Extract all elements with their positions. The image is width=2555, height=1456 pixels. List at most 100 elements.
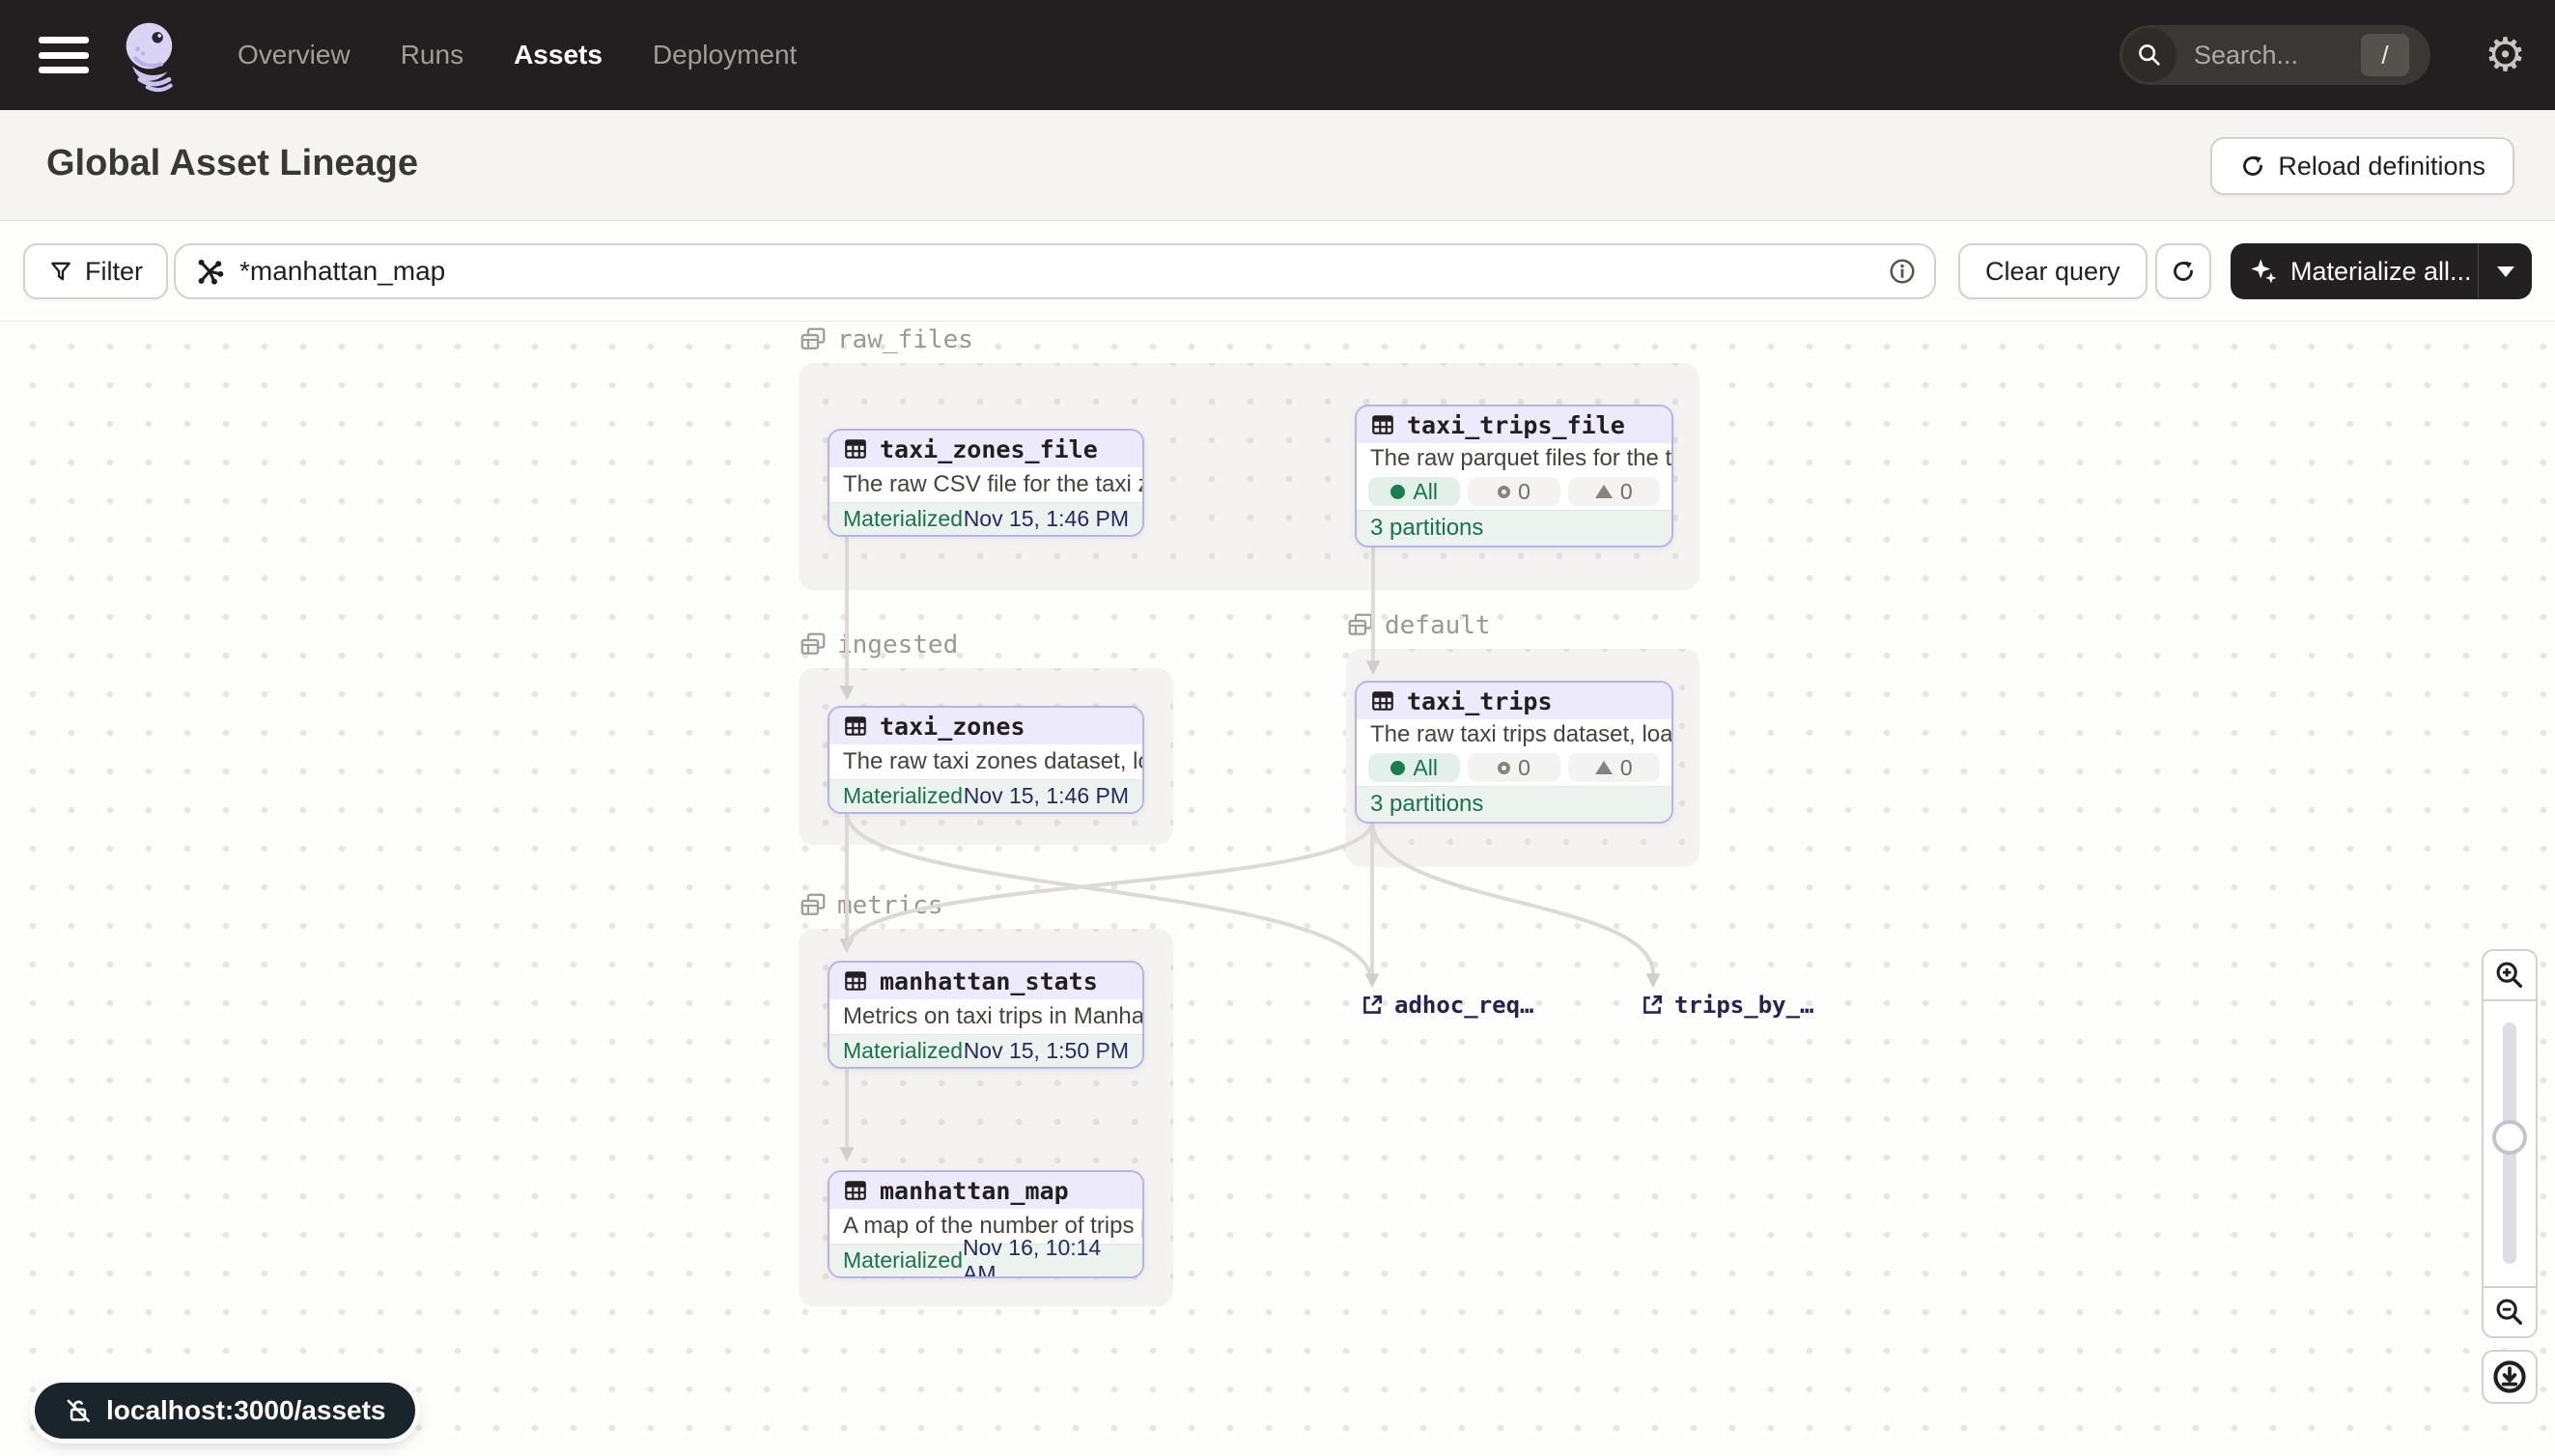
asset-name: taxi_trips_file <box>1407 411 1625 439</box>
asset-name: manhattan_map <box>880 1177 1069 1205</box>
nav-right: / ⚙ <box>2120 25 2526 85</box>
materialization-timestamp: Nov 15, 1:46 PM <box>964 783 1129 809</box>
clear-query-button[interactable]: Clear query <box>1958 243 2148 299</box>
asset-node-taxi-trips[interactable]: taxi_trips The raw taxi trips dataset, l… <box>1355 681 1673 824</box>
triangle-icon <box>1595 761 1613 774</box>
asset-node-taxi-trips-file[interactable]: taxi_trips_file The raw parquet files fo… <box>1355 405 1673 547</box>
refresh-icon <box>2170 258 2197 285</box>
zoom-slider <box>2482 1001 2538 1286</box>
dagster-logo-icon[interactable] <box>114 16 187 94</box>
partitions-all-badge: All <box>1368 477 1460 506</box>
nav-item-assets[interactable]: Assets <box>514 40 603 70</box>
page-title: Global Asset Lineage <box>46 143 418 184</box>
asset-name: taxi_zones_file <box>880 435 1098 463</box>
nav-item-runs[interactable]: Runs <box>401 40 463 70</box>
dot-icon <box>1390 761 1405 775</box>
asset-node-header: manhattan_stats <box>829 963 1142 999</box>
asset-name: manhattan_stats <box>880 967 1098 995</box>
hamburger-menu-icon[interactable] <box>39 37 89 73</box>
table-icon <box>843 714 868 739</box>
sparkle-icon <box>2250 257 2279 286</box>
asset-node-header: taxi_trips <box>1357 683 1671 719</box>
materialization-timestamp: Nov 15, 1:50 PM <box>964 1038 1129 1064</box>
info-icon[interactable] <box>1888 257 1917 286</box>
search-pill[interactable]: / <box>2120 25 2430 85</box>
asset-footer: Materialized Nov 16, 10:14 AM <box>829 1244 1142 1276</box>
table-icon <box>1370 688 1395 714</box>
asset-description: The raw taxi trips dataset, loaded into … <box>1357 719 1671 749</box>
materialize-all-main[interactable]: Materialize all... <box>2231 257 2478 287</box>
zoom-in-icon <box>2493 959 2526 992</box>
search-icon <box>2122 28 2176 82</box>
asset-query-input[interactable] <box>239 256 1888 287</box>
asset-link-label: adhoc_req… <box>1394 992 1534 1019</box>
asset-link-adhoc-request[interactable]: adhoc_req… <box>1360 992 1534 1019</box>
top-nav: Overview Runs Assets Deployment / ⚙ <box>0 0 2555 110</box>
status-badge: Materialized <box>843 506 963 532</box>
materialization-timestamp: Nov 16, 10:14 AM <box>963 1235 1129 1279</box>
zoom-controls <box>2482 949 2538 1338</box>
nav-item-overview[interactable]: Overview <box>238 40 351 70</box>
status-badge: Materialized <box>843 1247 963 1274</box>
gear-icon[interactable]: ⚙ <box>2485 32 2526 78</box>
zoom-out-icon <box>2493 1296 2526 1329</box>
materialize-all-label: Materialize all... <box>2290 257 2472 287</box>
asset-description: The raw CSV file for the taxi zones dat.… <box>829 467 1142 502</box>
asset-description: The raw taxi zones dataset, loaded int..… <box>829 744 1142 779</box>
asset-query-field <box>174 243 1936 299</box>
zoom-slider-handle[interactable] <box>2492 1120 2527 1155</box>
asset-node-taxi-zones[interactable]: taxi_zones The raw taxi zones dataset, l… <box>828 706 1144 814</box>
asset-name: taxi_zones <box>880 713 1025 741</box>
nav-links: Overview Runs Assets Deployment <box>238 40 797 70</box>
partitions-missing-badge: 0 <box>1468 477 1559 506</box>
insecure-lock-icon <box>64 1396 93 1425</box>
partitions-count: 3 partitions <box>1357 510 1671 546</box>
materialize-dropdown-toggle[interactable] <box>2478 243 2532 299</box>
reload-definitions-label: Reload definitions <box>2278 152 2485 182</box>
asset-node-header: manhattan_map <box>829 1172 1142 1209</box>
partitions-failed-badge: 0 <box>1568 477 1660 506</box>
asset-link-trips-by[interactable]: trips_by_… <box>1640 992 1814 1019</box>
filter-button[interactable]: Filter <box>23 243 168 299</box>
asset-footer: Materialized Nov 15, 1:50 PM <box>829 1034 1142 1067</box>
download-image-button[interactable] <box>2482 1350 2538 1404</box>
partition-badges: All 0 0 <box>1357 749 1671 786</box>
refresh-button[interactable] <box>2155 243 2211 299</box>
chevron-down-icon <box>2497 266 2514 277</box>
partition-badges: All 0 0 <box>1357 473 1671 510</box>
ring-icon <box>1498 486 1510 498</box>
funnel-icon <box>48 259 73 284</box>
status-badge: Materialized <box>843 783 963 809</box>
asset-node-manhattan-stats[interactable]: manhattan_stats Metrics on taxi trips in… <box>828 961 1144 1069</box>
lineage-canvas[interactable]: raw_files ingested default metrics <box>0 322 2555 1456</box>
search-shortcut-badge: / <box>2361 34 2409 76</box>
lineage-edges <box>0 322 2555 1456</box>
asset-node-taxi-zones-file[interactable]: taxi_zones_file The raw CSV file for the… <box>828 429 1144 537</box>
table-icon <box>1370 412 1395 437</box>
table-icon <box>843 1178 868 1203</box>
materialize-all-button[interactable]: Materialize all... <box>2231 243 2532 299</box>
asset-footer: Materialized Nov 15, 1:46 PM <box>829 779 1142 812</box>
external-link-icon <box>1360 993 1385 1018</box>
external-link-icon <box>1640 993 1665 1018</box>
asset-node-header: taxi_trips_file <box>1357 406 1671 443</box>
zoom-out-button[interactable] <box>2482 1286 2538 1338</box>
title-bar: Global Asset Lineage Reload definitions <box>0 110 2555 221</box>
browser-url-text: localhost:3000/assets <box>106 1395 386 1426</box>
browser-url-pill: localhost:3000/assets <box>35 1383 415 1439</box>
ring-icon <box>1498 762 1510 774</box>
asset-node-header: taxi_zones_file <box>829 431 1142 467</box>
partitions-all-badge: All <box>1368 753 1460 782</box>
status-badge: Materialized <box>843 1038 963 1064</box>
zoom-in-button[interactable] <box>2482 949 2538 1001</box>
dot-icon <box>1390 485 1405 499</box>
nav-item-deployment[interactable]: Deployment <box>653 40 797 70</box>
partitions-missing-badge: 0 <box>1468 753 1559 782</box>
asset-footer: Materialized Nov 15, 1:46 PM <box>829 502 1142 535</box>
search-input[interactable] <box>2194 41 2339 70</box>
clear-query-label: Clear query <box>1985 257 2120 287</box>
table-icon <box>843 436 868 462</box>
reload-definitions-button[interactable]: Reload definitions <box>2210 137 2514 195</box>
asset-node-manhattan-map[interactable]: manhattan_map A map of the number of tri… <box>828 1170 1144 1278</box>
materialization-timestamp: Nov 15, 1:46 PM <box>964 506 1129 532</box>
